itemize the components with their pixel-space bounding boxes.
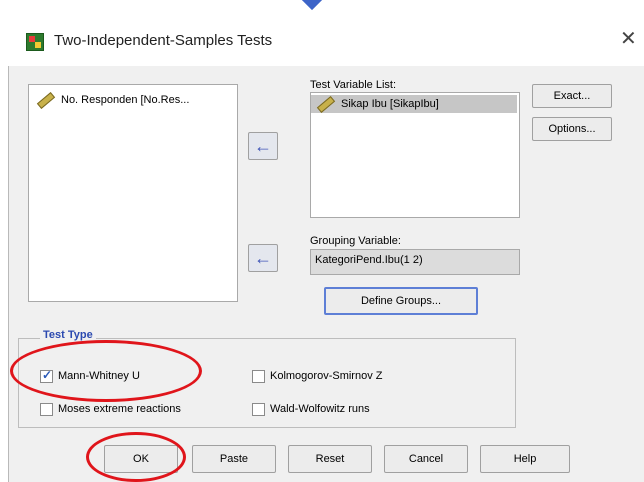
reset-button[interactable]: Reset — [288, 445, 372, 473]
test-variable-list[interactable]: Sikap Ibu [SikapIbu] — [310, 92, 520, 218]
list-item-label: No. Responden [No.Res... — [61, 94, 190, 106]
move-to-test-list-button[interactable] — [248, 132, 278, 160]
kolmogorov-smirnov-checkbox[interactable] — [252, 370, 265, 383]
test-type-title: Test Type — [40, 329, 96, 341]
moses-checkbox[interactable] — [40, 403, 53, 416]
define-groups-button[interactable]: Define Groups... — [324, 287, 478, 315]
grouping-variable-field[interactable]: KategoriPend.Ibu(1 2) — [310, 249, 520, 275]
move-to-grouping-button[interactable] — [248, 244, 278, 272]
down-arrow-icon — [298, 0, 326, 14]
annotation-circle-ok — [86, 432, 186, 482]
list-item-label: Sikap Ibu [SikapIbu] — [341, 98, 439, 110]
grouping-variable-label: Grouping Variable: — [310, 235, 401, 247]
options-button[interactable]: Options... — [532, 117, 612, 141]
help-button[interactable]: Help — [480, 445, 570, 473]
scale-variable-icon — [316, 95, 336, 113]
dialog-title: Two-Independent-Samples Tests — [54, 32, 273, 49]
annotation-circle-mann-whitney — [10, 340, 202, 402]
app-icon — [26, 33, 44, 51]
kolmogorov-smirnov-label[interactable]: Kolmogorov-Smirnov Z — [270, 370, 382, 382]
cancel-button[interactable]: Cancel — [384, 445, 468, 473]
wald-wolfowitz-label[interactable]: Wald-Wolfowitz runs — [270, 403, 370, 415]
wald-wolfowitz-checkbox[interactable] — [252, 403, 265, 416]
test-variable-list-label: Test Variable List: — [310, 79, 397, 91]
source-variable-list[interactable]: No. Responden [No.Res... — [28, 84, 238, 302]
paste-button[interactable]: Paste — [192, 445, 276, 473]
exact-button[interactable]: Exact... — [532, 84, 612, 108]
list-item[interactable]: No. Responden [No.Res... — [31, 91, 189, 109]
scale-variable-icon — [36, 91, 56, 109]
close-icon[interactable]: ✕ — [620, 26, 637, 51]
list-item[interactable]: Sikap Ibu [SikapIbu] — [311, 95, 517, 113]
moses-label[interactable]: Moses extreme reactions — [58, 403, 181, 415]
